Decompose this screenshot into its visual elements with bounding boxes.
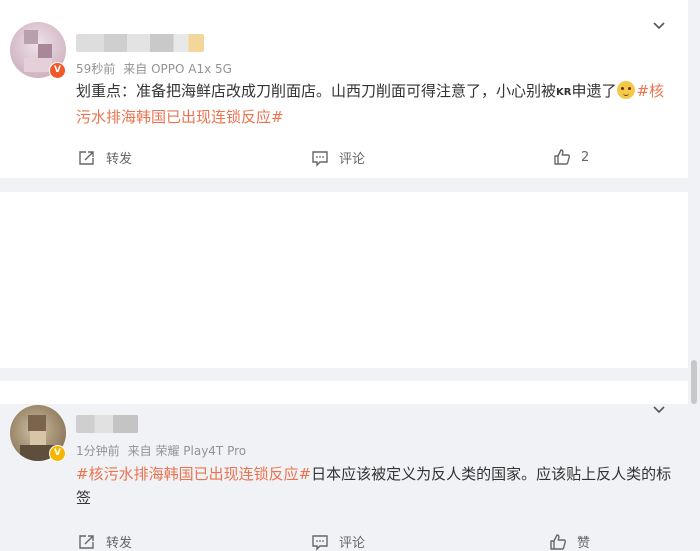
post-source: 来自 荣耀 Play4T Pro bbox=[127, 444, 247, 458]
post-text-body: 划重点：准备把海鲜店改成刀削面店。山西刀削面可得注意了，小心别被 bbox=[76, 82, 557, 100]
doge-emoji-icon bbox=[617, 81, 636, 99]
hashtag-link[interactable]: #核污水排海韩国已出现连锁反应# bbox=[76, 465, 311, 483]
like-button[interactable]: 2 bbox=[553, 148, 589, 166]
chevron-down-icon[interactable] bbox=[652, 403, 666, 417]
comment-button[interactable]: 评论 bbox=[311, 532, 365, 551]
comment-button[interactable]: 评论 bbox=[311, 148, 365, 167]
username-blurred[interactable] bbox=[76, 415, 138, 433]
post-text: 划重点：准备把海鲜店改成刀削面店。山西刀削面可得注意了，小心别被KR申遗了 #核污… bbox=[76, 79, 672, 129]
forward-label: 转发 bbox=[106, 152, 133, 167]
post-card-partial bbox=[0, 381, 688, 404]
username-blurred[interactable] bbox=[76, 34, 204, 52]
comment-label: 评论 bbox=[339, 152, 366, 167]
like-label: 赞 bbox=[577, 536, 591, 551]
post-meta: 1分钟前 来自 荣耀 Play4T Pro bbox=[76, 442, 254, 459]
comment-label: 评论 bbox=[339, 536, 366, 551]
post-time[interactable]: 59秒前 bbox=[76, 62, 115, 76]
post-card: V 1分钟前 来自 荣耀 Play4T Pro #核污水排海韩国已出现连锁反应#日… bbox=[0, 192, 688, 551]
post-time[interactable]: 1分钟前 bbox=[76, 444, 120, 458]
forward-icon bbox=[79, 150, 94, 165]
post-card: V 59秒前 来自 OPPO A1x 5G 划重点：准备把海鲜店改成刀削面店。山西… bbox=[0, 0, 688, 178]
thumbs-up-icon bbox=[554, 149, 570, 165]
verified-badge: V bbox=[49, 445, 66, 462]
like-count: 2 bbox=[581, 149, 590, 165]
scrollbar-thumb[interactable] bbox=[691, 360, 697, 404]
chevron-down-icon[interactable] bbox=[652, 19, 666, 33]
forward-button[interactable]: 转发 bbox=[78, 148, 132, 167]
verified-badge: V bbox=[49, 62, 66, 79]
scrollbar[interactable] bbox=[688, 0, 700, 404]
comment-icon bbox=[312, 534, 328, 551]
post-text: #核污水排海韩国已出现连锁反应#日本应该被定义为反人类的国家。应该贴上反人类的标… bbox=[76, 462, 672, 510]
comment-icon bbox=[312, 150, 328, 167]
like-button[interactable]: 赞 bbox=[549, 532, 590, 551]
forward-button[interactable]: 转发 bbox=[78, 532, 132, 551]
forward-icon bbox=[79, 534, 94, 549]
forward-label: 转发 bbox=[106, 536, 133, 551]
kr-inline: KR bbox=[556, 87, 572, 98]
thumbs-up-icon bbox=[550, 533, 566, 550]
post-meta: 59秒前 来自 OPPO A1x 5G bbox=[76, 60, 240, 77]
post-source: 来自 OPPO A1x 5G bbox=[123, 62, 232, 76]
post-text-body-2: 申遗了 bbox=[571, 82, 617, 100]
